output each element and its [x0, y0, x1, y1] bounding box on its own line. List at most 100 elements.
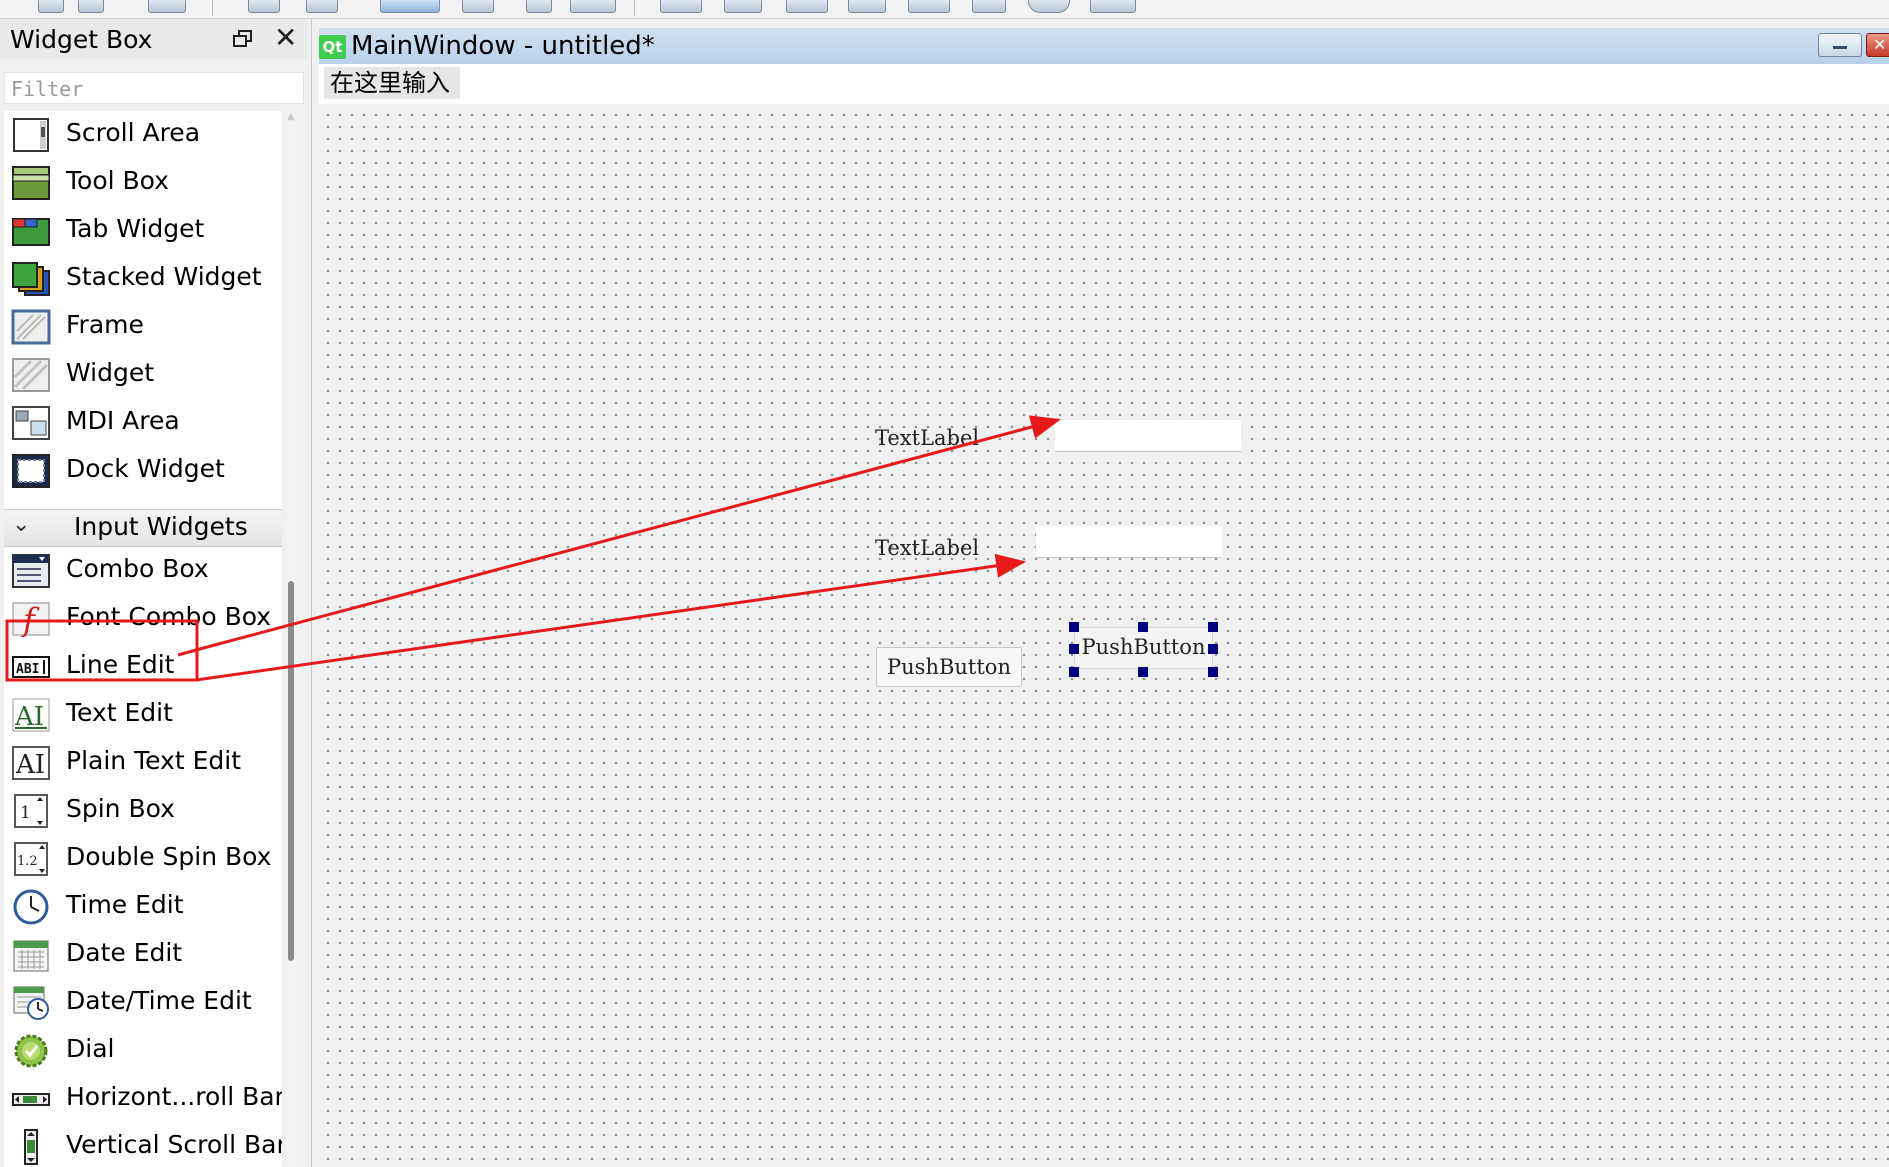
widget-box-title: Widget Box	[10, 25, 153, 54]
layout-form-button[interactable]	[972, 0, 1006, 13]
widget-icon	[11, 357, 51, 393]
widget-item-font-combo-box[interactable]: f Font Combo Box	[4, 595, 282, 643]
widget-item-spin-box[interactable]: 1 Spin Box	[4, 787, 282, 835]
widget-item-horizontal-scroll-bar[interactable]: Horizont...roll Bar	[4, 1075, 282, 1123]
main-window-form: Qt MainWindow - untitled* ✕ 在这里输入 TextLa…	[319, 28, 1889, 1167]
dock-widget-icon	[11, 453, 51, 489]
dial-icon	[11, 1033, 51, 1069]
widget-item-line-edit[interactable]: ABI Line Edit	[4, 643, 282, 691]
toolbar-separator	[212, 0, 213, 16]
selection-handle[interactable]	[1208, 667, 1218, 677]
save-form-button[interactable]	[148, 0, 186, 13]
widget-item-text-edit[interactable]: AI Text Edit	[4, 691, 282, 739]
widget-item-dock-widget[interactable]: Dock Widget	[4, 447, 282, 495]
widget-item-label: Line Edit	[66, 650, 175, 679]
open-form-button[interactable]	[78, 0, 104, 13]
selection-handle[interactable]	[1208, 644, 1218, 654]
widget-item-label: Scroll Area	[66, 118, 201, 147]
close-window-button[interactable]: ✕	[1866, 33, 1889, 57]
line-edit-2[interactable]	[1036, 526, 1222, 558]
widget-item-frame[interactable]: Frame	[4, 303, 282, 351]
mdi-area-icon	[11, 405, 51, 441]
selection-handle[interactable]	[1138, 622, 1148, 632]
widget-item-label: Plain Text Edit	[66, 746, 241, 775]
text-label-1[interactable]: TextLabel	[875, 426, 979, 450]
main-window-title-bar: Qt MainWindow - untitled* ✕	[319, 28, 1889, 64]
text-label-2[interactable]: TextLabel	[875, 536, 979, 560]
layout-splitter-h-button[interactable]	[786, 0, 828, 13]
svg-text:AI: AI	[15, 750, 45, 780]
widget-item-label: Text Edit	[66, 698, 173, 727]
widget-item-scroll-area[interactable]: Scroll Area	[4, 111, 282, 159]
layout-horizontal-button[interactable]	[660, 0, 702, 13]
push-button-2-selected[interactable]: PushButton	[1074, 627, 1213, 669]
selection-handle[interactable]	[1069, 644, 1079, 654]
layout-splitter-v-button[interactable]	[848, 0, 886, 13]
filter-input[interactable]: Filter	[4, 72, 304, 104]
chevron-down-icon: ⌄	[12, 512, 31, 537]
widget-item-dial[interactable]: Dial	[4, 1027, 282, 1075]
widget-item-tool-box[interactable]: Tool Box	[4, 159, 282, 207]
widget-item-vertical-scroll-bar[interactable]: Vertical Scroll Bar	[4, 1123, 282, 1167]
widget-item-mdi-area[interactable]: MDI Area	[4, 399, 282, 447]
widget-list[interactable]: Scroll Area Tool Box Tab Widget Stacked …	[4, 111, 282, 1167]
widget-list-scrollbar[interactable]: ▲	[286, 111, 296, 1167]
adjust-size-button[interactable]	[1090, 0, 1136, 13]
category-input-widgets[interactable]: ⌄ Input Widgets	[4, 509, 282, 547]
menu-bar: 在这里输入	[319, 64, 1889, 104]
widget-item-label: Vertical Scroll Bar	[66, 1130, 282, 1159]
line-edit-icon: ABI	[11, 649, 51, 685]
widget-item-double-spin-box[interactable]: 1.2 Double Spin Box	[4, 835, 282, 883]
close-dock-icon[interactable]: ✕	[274, 23, 297, 53]
widget-item-widget[interactable]: Widget	[4, 351, 282, 399]
edit-buddies-button[interactable]	[526, 0, 552, 13]
widget-box-title-bar: Widget Box ✕	[0, 19, 307, 59]
float-dock-icon[interactable]	[232, 29, 254, 49]
selection-handle[interactable]	[1069, 667, 1079, 677]
form-canvas[interactable]: TextLabel TextLabel PushButton PushButto…	[319, 106, 1889, 1167]
widget-item-label: Font Combo Box	[66, 602, 272, 631]
menu-type-here[interactable]: 在这里输入	[324, 67, 460, 99]
svg-text:ABI: ABI	[16, 662, 39, 677]
widget-item-combo-box[interactable]: Combo Box	[4, 547, 282, 595]
widget-item-date-time-edit[interactable]: Date/Time Edit	[4, 979, 282, 1027]
break-layout-button[interactable]	[1028, 0, 1070, 13]
svg-text:1.2: 1.2	[17, 854, 38, 869]
widget-item-tab-widget[interactable]: Tab Widget	[4, 207, 282, 255]
vertical-scroll-bar-icon	[11, 1129, 51, 1165]
selection-handle[interactable]	[1138, 667, 1148, 677]
qt-logo-icon: Qt	[319, 35, 346, 59]
stacked-widget-icon	[11, 261, 51, 297]
layout-vertical-button[interactable]	[724, 0, 762, 13]
line-edit-1[interactable]	[1055, 420, 1241, 452]
edit-widgets-button[interactable]	[380, 0, 440, 13]
selection-handle[interactable]	[1069, 622, 1079, 632]
cut-button[interactable]	[248, 0, 280, 13]
push-button-1[interactable]: PushButton	[876, 647, 1022, 687]
window-title: MainWindow - untitled*	[351, 31, 655, 61]
widget-item-plain-text-edit[interactable]: AI Plain Text Edit	[4, 739, 282, 787]
selection-handle[interactable]	[1208, 622, 1218, 632]
widget-item-stacked-widget[interactable]: Stacked Widget	[4, 255, 282, 303]
widget-item-label: Date Edit	[66, 938, 183, 967]
widget-item-label: Horizont...roll Bar	[66, 1082, 282, 1111]
widget-item-time-edit[interactable]: Time Edit	[4, 883, 282, 931]
widget-item-label: Combo Box	[66, 554, 209, 583]
edit-signals-button[interactable]	[462, 0, 494, 13]
edit-tab-order-button[interactable]	[570, 0, 616, 13]
minimize-button[interactable]	[1818, 33, 1862, 57]
tab-widget-icon	[11, 213, 51, 249]
scroll-area-icon	[11, 117, 51, 153]
widget-box-dock: Widget Box ✕ Filter Scroll Area Tool Box	[0, 19, 312, 1167]
category-label: Input Widgets	[74, 512, 248, 541]
widget-item-label: Dock Widget	[66, 454, 225, 483]
copy-button[interactable]	[306, 0, 338, 13]
scroll-up-arrow-icon[interactable]: ▲	[286, 111, 296, 125]
scrollbar-thumb[interactable]	[288, 581, 294, 961]
new-form-button[interactable]	[38, 0, 64, 13]
widget-item-label: Dial	[66, 1034, 115, 1063]
layout-grid-button[interactable]	[908, 0, 950, 13]
widget-item-date-edit[interactable]: Date Edit	[4, 931, 282, 979]
date-edit-icon	[11, 937, 51, 973]
widget-item-label: Date/Time Edit	[66, 986, 252, 1015]
